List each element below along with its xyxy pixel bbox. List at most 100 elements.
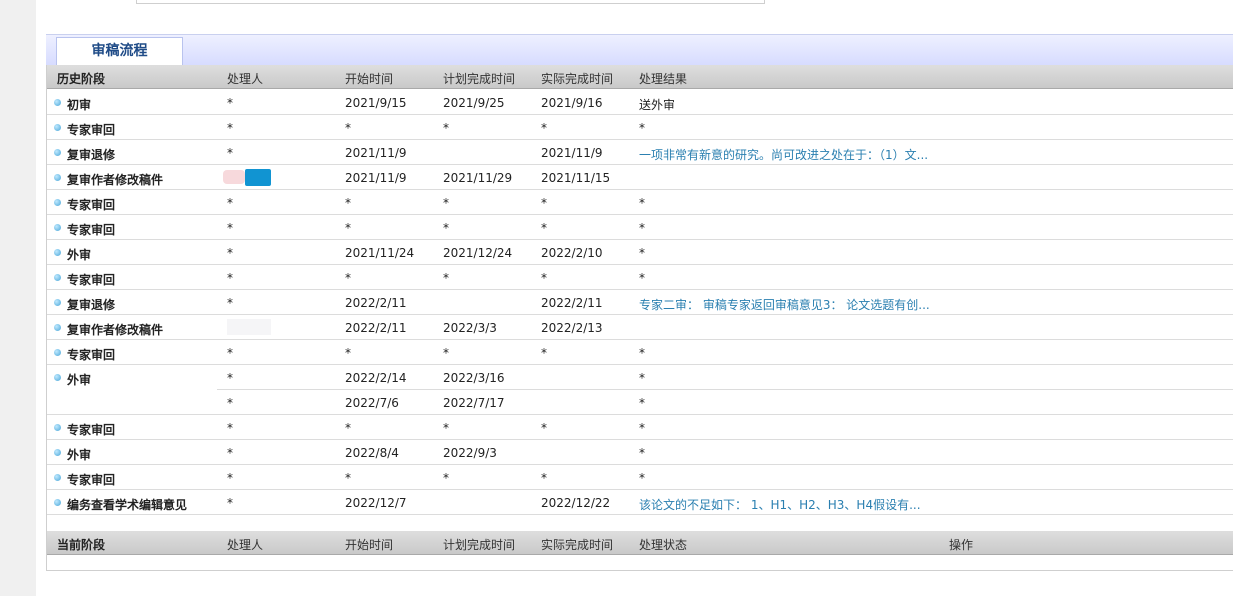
- start-time-cell: 2022/2/14: [345, 371, 407, 385]
- stage-cell: 外审: [67, 448, 92, 462]
- stage-bullet-icon: [54, 149, 61, 156]
- result-cell: *: [639, 471, 645, 485]
- handler-cell: *: [227, 146, 233, 160]
- handler-cell: *: [227, 471, 233, 485]
- history-row: 专家审回 * * * * *: [47, 215, 1233, 240]
- header-current-handler: 处理人: [227, 538, 264, 552]
- start-time-cell: *: [345, 221, 351, 235]
- handler-cell: *: [227, 296, 233, 310]
- stage-cell: 复审退修: [67, 148, 116, 162]
- stage-bullet-icon: [54, 124, 61, 131]
- actual-time-cell: *: [541, 196, 547, 210]
- start-time-cell: 2021/11/9: [345, 146, 407, 160]
- handler-cell: *: [227, 96, 233, 110]
- row-divider: [47, 514, 1233, 515]
- handler-cell: *: [227, 246, 233, 260]
- handler-cell: *: [227, 271, 233, 285]
- stage-cell: 复审退修: [67, 298, 116, 312]
- history-row: 专家审回 * * * * *: [47, 340, 1233, 365]
- stage-cell: 外审: [67, 373, 92, 387]
- actual-time-cell: *: [541, 346, 547, 360]
- handler-cell: *: [227, 421, 233, 435]
- history-row: 复审作者修改稿件 2021/11/9 2021/11/29 2021/11/15: [47, 165, 1233, 190]
- stage-bullet-icon: [54, 174, 61, 181]
- header-current-actual: 实际完成时间: [541, 538, 614, 552]
- handler-cell: *: [227, 121, 233, 135]
- actual-time-cell: 2022/2/10: [541, 246, 603, 260]
- plan-time-cell: 2021/11/29: [443, 171, 513, 185]
- start-time-cell: 2022/12/7: [345, 496, 407, 510]
- tab-review-process[interactable]: 审稿流程: [56, 37, 183, 66]
- plan-time-cell: 2022/7/17: [443, 396, 505, 410]
- header-actual-time: 实际完成时间: [541, 72, 614, 86]
- result-cell: *: [639, 421, 645, 435]
- header-result: 处理结果: [639, 72, 688, 86]
- redacted-handler-avatar: [223, 169, 271, 186]
- start-time-cell: 2022/2/11: [345, 296, 407, 310]
- stage-bullet-icon: [54, 374, 61, 381]
- history-row: 专家审回 * * * * *: [47, 115, 1233, 140]
- result-cell: *: [639, 121, 645, 135]
- stage-bullet-icon: [54, 224, 61, 231]
- header-history-stage: 历史阶段: [57, 72, 106, 86]
- current-table-header: 当前阶段 处理人 开始时间 计划完成时间 实际完成时间 处理状态 操作: [47, 531, 1233, 555]
- header-handler: 处理人: [227, 72, 264, 86]
- actual-time-cell: 2022/2/11: [541, 296, 603, 310]
- stage-cell: 复审作者修改稿件: [67, 173, 164, 187]
- stage-bullet-icon: [54, 449, 61, 456]
- handler-cell: *: [227, 396, 233, 410]
- history-row: 编务查看学术编辑意见 * 2022/12/7 2022/12/22 该论文的不足如下： …: [47, 490, 1233, 515]
- header-current-action: 操作: [949, 538, 974, 552]
- stage-bullet-icon: [54, 349, 61, 356]
- stage-bullet-icon: [54, 299, 61, 306]
- start-time-cell: 2022/2/11: [345, 321, 407, 335]
- result-link[interactable]: 该论文的不足如下： 1、H1、H2、H3、H4假设有...: [639, 496, 921, 513]
- result-link[interactable]: 一项非常有新意的研究。尚可改进之处在于：（1）文...: [639, 146, 928, 163]
- start-time-cell: *: [345, 346, 351, 360]
- plan-time-cell: *: [443, 346, 449, 360]
- stage-cell: 编务查看学术编辑意见: [67, 498, 188, 512]
- plan-time-cell: *: [443, 471, 449, 485]
- handler-cell: *: [227, 221, 233, 235]
- top-input-box[interactable]: [136, 0, 765, 4]
- start-time-cell: *: [345, 196, 351, 210]
- handler-cell: *: [227, 496, 233, 510]
- start-time-cell: *: [345, 471, 351, 485]
- start-time-cell: *: [345, 271, 351, 285]
- result-cell: *: [639, 346, 645, 360]
- start-time-cell: 2021/11/9: [345, 171, 407, 185]
- redaction-block: [245, 169, 271, 186]
- plan-time-cell: *: [443, 196, 449, 210]
- start-time-cell: 2021/11/24: [345, 246, 415, 260]
- plan-time-cell: 2021/12/24: [443, 246, 513, 260]
- history-row: 复审退修 * 2022/2/11 2022/2/11 专家二审： 审稿专家返回审稿意见3…: [47, 290, 1233, 315]
- actual-time-cell: 2021/9/16: [541, 96, 603, 110]
- stage-bullet-icon: [54, 474, 61, 481]
- start-time-cell: 2022/8/4: [345, 446, 399, 460]
- history-row: 专家审回 * * * * *: [47, 265, 1233, 290]
- history-table-header: 历史阶段 处理人 开始时间 计划完成时间 实际完成时间 处理结果: [47, 65, 1233, 89]
- stage-bullet-icon: [54, 274, 61, 281]
- header-current-status: 处理状态: [639, 538, 688, 552]
- result-cell: *: [639, 221, 645, 235]
- stage-cell: 专家审回: [67, 423, 116, 437]
- plan-time-cell: *: [443, 271, 449, 285]
- plan-time-cell: 2021/9/25: [443, 96, 505, 110]
- plan-time-cell: *: [443, 421, 449, 435]
- handler-cell: *: [227, 371, 233, 385]
- start-time-cell: *: [345, 121, 351, 135]
- start-time-cell: 2022/7/6: [345, 396, 399, 410]
- stage-cell: 复审作者修改稿件: [67, 323, 164, 337]
- history-row: 外审 * 2022/2/14 2022/3/16 *: [47, 365, 1233, 390]
- handler-cell: *: [227, 196, 233, 210]
- stage-cell: 专家审回: [67, 473, 116, 487]
- stage-bullet-icon: [54, 424, 61, 431]
- header-plan-time: 计划完成时间: [443, 72, 516, 86]
- stage-cell: 外审: [67, 248, 92, 262]
- history-row: 复审作者修改稿件 2022/2/11 2022/3/3 2022/2/13: [47, 315, 1233, 340]
- history-row: * 2022/7/6 2022/7/17 *: [47, 390, 1233, 415]
- result-link[interactable]: 专家二审： 审稿专家返回审稿意见3： 论文选题有创...: [639, 296, 930, 313]
- actual-time-cell: 2022/2/13: [541, 321, 603, 335]
- plan-time-cell: *: [443, 121, 449, 135]
- history-row: 外审 * 2022/8/4 2022/9/3 *: [47, 440, 1233, 465]
